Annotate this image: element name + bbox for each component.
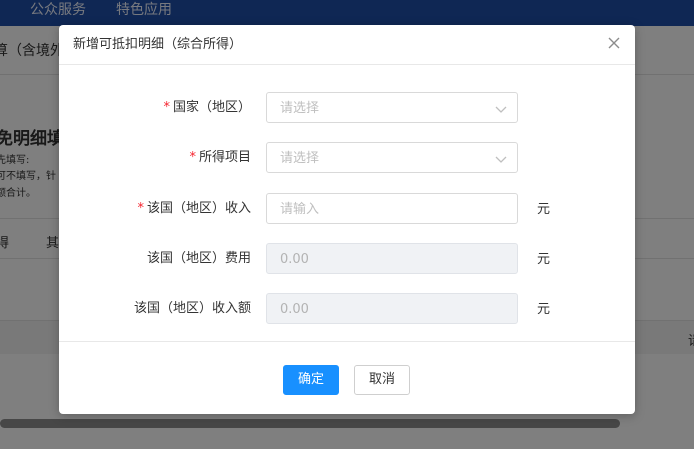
required-mark: * [189, 150, 196, 165]
foreign-expenses-value: 0.00 [280, 252, 309, 267]
form-row-foreign-expenses: 该国（地区）费用 0.00 元 [59, 243, 635, 275]
foreign-income-unit: 元 [537, 202, 551, 217]
close-icon[interactable] [605, 34, 623, 52]
cancel-button[interactable]: 取消 [354, 365, 410, 395]
foreign-income-amount-value: 0.00 [280, 302, 309, 317]
country-select-placeholder: 请选择 [280, 101, 320, 116]
required-mark: * [137, 201, 144, 216]
foreign-income-placeholder: 请输入 [280, 202, 320, 217]
dialog-header: 新增可抵扣明细（综合所得） [59, 25, 635, 65]
form-row-income-item: * 所得项目 请选择 [59, 142, 635, 174]
income-item-select-placeholder: 请选择 [280, 151, 320, 166]
form-row-country: * 国家（地区） 请选择 [59, 92, 635, 124]
form-row-foreign-income: * 该国（地区）收入 请输入 元 [59, 193, 635, 225]
dialog-title: 新增可抵扣明细（综合所得） [73, 37, 243, 52]
form-row-foreign-income-amount: 该国（地区）收入额 0.00 元 [59, 293, 635, 325]
confirm-button[interactable]: 确定 [283, 365, 339, 395]
required-mark: * [163, 100, 170, 115]
foreign-income-amount-label: 该国（地区）收入额 [133, 301, 251, 316]
foreign-expenses-label: 该国（地区）费用 [146, 251, 251, 266]
dialog-footer-divider [59, 341, 635, 342]
foreign-expenses-field: 0.00 [266, 243, 518, 274]
income-item-select[interactable]: 请选择 [266, 142, 518, 173]
chevron-down-icon [494, 102, 508, 116]
foreign-expenses-unit: 元 [537, 252, 551, 267]
foreign-income-label: * 该国（地区）收入 [137, 200, 251, 218]
income-item-label: * 所得项目 [189, 149, 251, 167]
foreign-income-label-text: 该国（地区）收入 [146, 201, 251, 216]
income-item-label-text: 所得项目 [198, 150, 251, 165]
foreign-income-amount-field: 0.00 [266, 293, 518, 324]
add-deduction-dialog: 新增可抵扣明细（综合所得） * 国家（地区） 请选择 * 所得项目 请选择 * 该国（… [59, 25, 635, 414]
country-select[interactable]: 请选择 [266, 92, 518, 123]
country-label: * 国家（地区） [163, 99, 251, 117]
chevron-down-icon [494, 152, 508, 166]
foreign-income-input[interactable]: 请输入 [266, 193, 518, 224]
country-label-text: 国家（地区） [172, 100, 251, 115]
foreign-income-amount-unit: 元 [537, 302, 551, 317]
